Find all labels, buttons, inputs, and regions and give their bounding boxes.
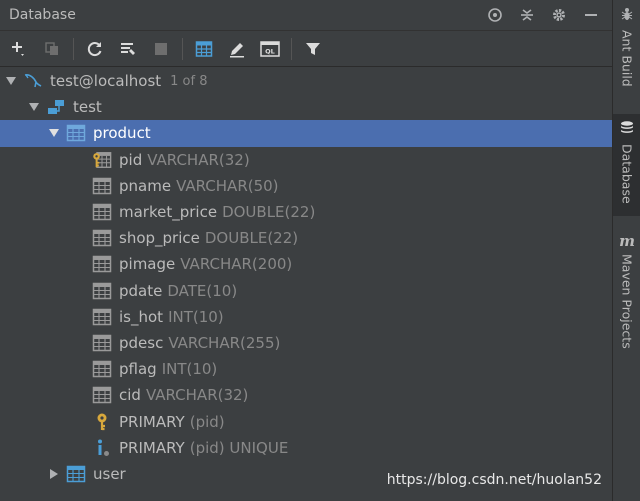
column-type: VARCHAR(200) xyxy=(180,255,293,274)
collapse-all-icon[interactable] xyxy=(514,4,540,26)
tree-node-key[interactable]: PRIMARY (pid) xyxy=(0,408,612,434)
column-name: pdate xyxy=(119,281,163,300)
panel-title: Database xyxy=(9,7,76,23)
column-type: INT(10) xyxy=(168,307,224,326)
column-name: shop_price xyxy=(119,229,200,248)
column-type: VARCHAR(32) xyxy=(145,386,249,405)
column-icon xyxy=(92,333,112,353)
tree-node-column[interactable]: pimage VARCHAR(200) xyxy=(0,251,612,277)
column-icon xyxy=(92,385,112,405)
mysql-connection-icon xyxy=(23,71,43,91)
refresh-icon[interactable] xyxy=(82,36,108,62)
column-icon xyxy=(92,359,112,379)
key-columns: (pid) xyxy=(189,412,225,431)
column-type: DOUBLE(22) xyxy=(222,203,316,222)
index-icon xyxy=(92,438,112,458)
table-icon xyxy=(66,464,86,484)
table-view-icon[interactable] xyxy=(191,36,217,62)
column-icon xyxy=(92,176,112,196)
index-name: PRIMARY xyxy=(119,438,185,457)
collapse-arrow-icon[interactable] xyxy=(48,468,60,480)
schema-icon xyxy=(46,97,66,117)
table-name: product xyxy=(93,124,151,143)
duplicate-icon[interactable] xyxy=(39,36,65,62)
column-icon xyxy=(92,254,112,274)
tree-node-schema[interactable]: test xyxy=(0,94,612,120)
column-name: cid xyxy=(119,386,141,405)
tool-tab-label: Maven Projects xyxy=(619,254,635,349)
toolbar-separator xyxy=(182,37,183,60)
database-icon xyxy=(619,120,635,140)
tool-tab-maven-projects[interactable]: m Maven Projects xyxy=(613,232,640,352)
tree-node-column[interactable]: pid VARCHAR(32) xyxy=(0,147,612,173)
columns-list: pid VARCHAR(32) pname VARCHAR(50) market_pri… xyxy=(0,147,612,409)
tree-node-index[interactable]: PRIMARY (pid) UNIQUE xyxy=(0,435,612,461)
tree-node-column[interactable]: is_hot INT(10) xyxy=(0,304,612,330)
column-icon xyxy=(92,307,112,327)
column-type: INT(10) xyxy=(161,360,218,379)
toolbar-separator xyxy=(73,37,74,60)
toolbar: QL xyxy=(0,31,612,67)
tree-node-connection[interactable]: test@localhost 1 of 8 xyxy=(0,68,612,94)
column-name: pid xyxy=(119,150,143,169)
column-type: DOUBLE(22) xyxy=(204,229,299,248)
toolbar-separator xyxy=(291,37,292,60)
svg-text:QL: QL xyxy=(265,47,275,55)
tree-node-column[interactable]: pname VARCHAR(50) xyxy=(0,173,612,199)
tool-tab-label: Ant Build xyxy=(619,30,635,87)
tree-node-column[interactable]: pdate DATE(10) xyxy=(0,278,612,304)
panel-titlebar: Database xyxy=(0,0,612,31)
tool-tab-label: Database xyxy=(619,144,635,204)
database-panel: Database QL test@localhost 1 of 8 test p… xyxy=(0,0,612,501)
tree-node-table-product[interactable]: product xyxy=(0,120,612,147)
connection-name: test@localhost xyxy=(50,72,162,91)
right-tool-strip: Ant Build Database m Maven Projects xyxy=(612,0,640,501)
column-name: pdesc xyxy=(119,333,164,352)
tool-tab-database[interactable]: Database xyxy=(613,114,640,216)
column-name: market_price xyxy=(119,203,218,222)
index-columns: (pid) UNIQUE xyxy=(189,438,289,457)
add-icon[interactable] xyxy=(6,36,32,62)
column-name: pflag xyxy=(119,360,157,379)
gear-icon[interactable] xyxy=(546,4,572,26)
schema-name: test xyxy=(73,98,102,117)
edit-icon[interactable] xyxy=(224,36,250,62)
schema-count: 1 of 8 xyxy=(170,73,208,89)
maven-icon: m xyxy=(619,232,635,250)
column-type: VARCHAR(50) xyxy=(176,176,279,195)
tree-node-column[interactable]: cid VARCHAR(32) xyxy=(0,382,612,408)
tree-node-column[interactable]: pflag INT(10) xyxy=(0,356,612,382)
schemas-settings-icon[interactable] xyxy=(115,36,141,62)
expand-arrow-icon[interactable] xyxy=(28,101,40,113)
tree-node-column[interactable]: pdesc VARCHAR(255) xyxy=(0,330,612,356)
tree-node-column[interactable]: market_price DOUBLE(22) xyxy=(0,199,612,225)
tree-node-column[interactable]: shop_price DOUBLE(22) xyxy=(0,225,612,251)
ant-icon xyxy=(619,6,635,26)
column-icon xyxy=(92,202,112,222)
column-type: VARCHAR(255) xyxy=(168,333,281,352)
column-icon xyxy=(92,281,112,301)
tool-tab-ant-build[interactable]: Ant Build xyxy=(613,6,640,102)
stop-icon[interactable] xyxy=(148,36,174,62)
column-type: VARCHAR(32) xyxy=(147,150,250,169)
crosshair-icon[interactable] xyxy=(482,4,508,26)
key-name: PRIMARY xyxy=(119,412,185,431)
key-icon xyxy=(92,412,112,432)
table-name: user xyxy=(93,464,126,483)
column-name: pname xyxy=(119,176,172,195)
table-icon xyxy=(66,123,86,143)
primary-key-column-icon xyxy=(92,150,112,170)
database-tree: test@localhost 1 of 8 test product pid VA… xyxy=(0,68,612,487)
minimize-icon[interactable] xyxy=(578,4,604,26)
expand-arrow-icon[interactable] xyxy=(5,75,17,87)
sql-console-icon[interactable]: QL xyxy=(257,36,283,62)
expand-arrow-icon[interactable] xyxy=(48,127,60,139)
watermark: https://blog.csdn.net/huolan52 xyxy=(386,472,602,488)
column-name: pimage xyxy=(119,255,176,274)
column-type: DATE(10) xyxy=(167,281,238,300)
column-icon xyxy=(92,228,112,248)
filter-icon[interactable] xyxy=(300,36,326,62)
column-name: is_hot xyxy=(119,307,164,326)
